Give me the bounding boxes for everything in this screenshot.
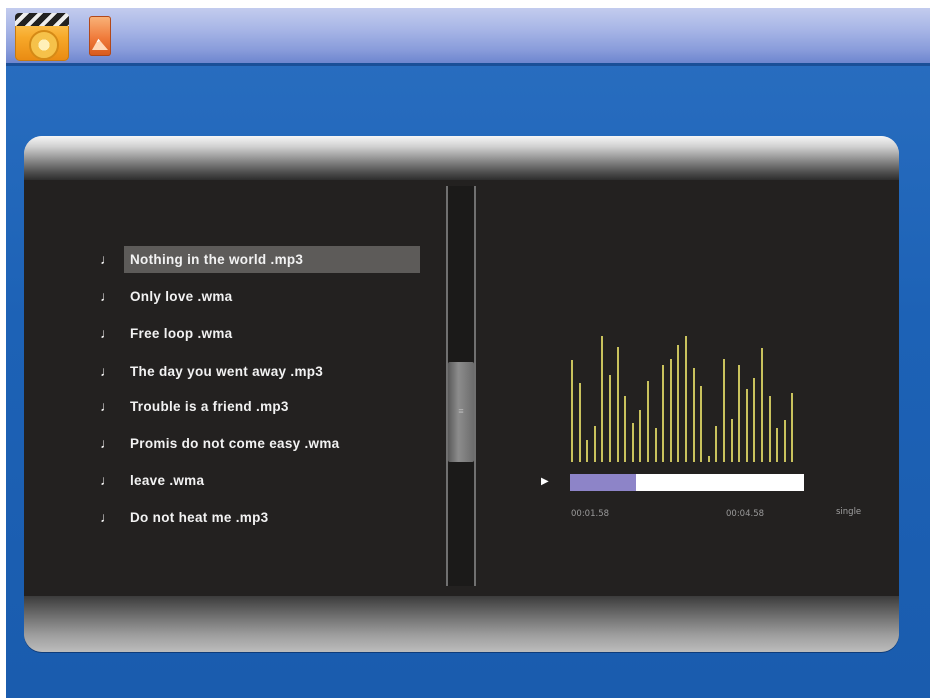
visualizer-bar <box>738 364 741 462</box>
visualizer-bar <box>761 348 763 462</box>
playlist-item[interactable]: ♩ Promis do not come easy .wma <box>94 430 424 457</box>
visualizer-bar <box>616 346 619 462</box>
photo-mountain <box>92 38 108 50</box>
playlist-item[interactable]: ♩ Free loop .wma <box>94 320 424 347</box>
music-note-icon: ♩ <box>100 363 115 379</box>
visualizer-bar <box>707 456 710 462</box>
current-time: 00:01.58 <box>571 509 610 519</box>
track-name: Nothing in the world .mp3 <box>124 246 420 273</box>
clapperboard-stripes <box>15 13 69 26</box>
music-note-icon: ♩ <box>100 472 115 488</box>
photo-icon[interactable] <box>89 16 111 56</box>
track-name: The day you went away .mp3 <box>130 364 324 379</box>
movie-icon[interactable] <box>15 13 69 61</box>
grip-icon: ≡ <box>458 406 464 416</box>
visualizer-bar <box>601 336 604 462</box>
visualizer-bar <box>685 336 687 462</box>
visualizer-bar <box>753 378 756 462</box>
track-name: leave .wma <box>130 473 205 488</box>
music-note-icon: ♩ <box>100 435 115 451</box>
playlist-item[interactable]: ♩ Only love .wma <box>94 283 424 310</box>
music-note-icon: ♩ <box>100 398 115 414</box>
playlist-scrollbar[interactable]: ≡ <box>446 186 476 586</box>
total-time: 00:04.58 <box>726 509 765 519</box>
music-note-icon: ♩ <box>100 251 115 267</box>
visualizer-bar <box>745 388 748 462</box>
music-note-icon: ♩ <box>100 325 115 341</box>
visualizer-bar <box>692 367 695 462</box>
visualizer-bar <box>571 360 573 462</box>
play-mode-label[interactable]: single <box>836 507 861 517</box>
film-reel <box>29 30 59 60</box>
scrollbar-thumb[interactable]: ≡ <box>448 362 474 462</box>
panel-top-bezel <box>24 136 899 180</box>
visualizer-bar <box>791 393 794 462</box>
progress-fill <box>570 474 636 491</box>
top-menu-bar <box>6 8 930 63</box>
playlist-item[interactable]: ♩ The day you went away .mp3 <box>94 358 424 385</box>
visualizer-bar <box>631 423 634 462</box>
top-bar-divider <box>6 63 930 66</box>
progress-bar[interactable] <box>570 474 804 491</box>
panel-bottom-bezel <box>24 596 899 652</box>
music-note-icon: ♩ <box>100 288 115 304</box>
visualizer-bar <box>669 358 672 462</box>
track-name: Free loop .wma <box>130 326 233 341</box>
visualizer-bar <box>662 364 665 462</box>
playlist-item[interactable]: ♩ Do not heat me .mp3 <box>94 504 424 531</box>
visualizer-bar <box>723 358 725 462</box>
visualizer-bar <box>768 396 771 462</box>
track-name: Promis do not come easy .wma <box>130 436 340 451</box>
visualizer-bar <box>624 396 627 462</box>
playlist-item[interactable]: ♩ Nothing in the world .mp3 <box>94 246 424 273</box>
visualizer-bar <box>715 426 718 462</box>
visualizer-bar <box>677 345 680 462</box>
visualizer-bar <box>730 418 733 462</box>
playlist-item[interactable]: ♩ Trouble is a friend .mp3 <box>94 393 424 420</box>
track-name: Trouble is a friend .mp3 <box>130 399 289 414</box>
visualizer-bar <box>654 427 657 462</box>
audio-visualizer <box>566 300 816 462</box>
visualizer-bar <box>586 439 589 462</box>
visualizer-bar <box>776 427 779 462</box>
track-name: Do not heat me .mp3 <box>130 510 269 525</box>
visualizer-bar <box>609 375 611 462</box>
visualizer-bar <box>578 382 581 462</box>
visualizer-bar <box>783 420 786 462</box>
visualizer-bar <box>700 385 703 462</box>
track-name: Only love .wma <box>130 289 233 304</box>
play-icon: ▶ <box>541 476 549 487</box>
visualizer-bar <box>639 409 642 462</box>
visualizer-bar <box>647 381 649 462</box>
music-note-icon: ♩ <box>100 509 115 525</box>
visualizer-bar <box>593 426 596 462</box>
playlist-item[interactable]: ♩ leave .wma <box>94 467 424 494</box>
